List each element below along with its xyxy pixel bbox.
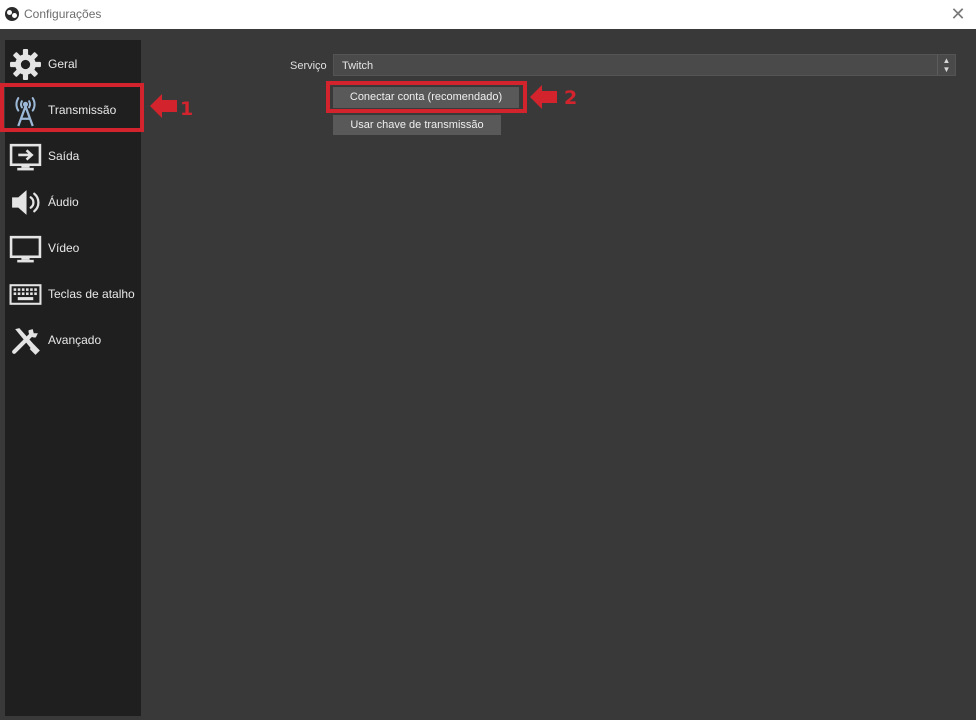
step1-number: 1 bbox=[180, 98, 194, 120]
sidebar-item-video[interactable]: Vídeo bbox=[5, 225, 141, 271]
sidebar-item-label: Áudio bbox=[48, 195, 79, 209]
sidebar-item-avancado[interactable]: Avançado bbox=[5, 317, 141, 363]
sidebar-item-label: Geral bbox=[48, 57, 78, 71]
use-stream-key-button[interactable]: Usar chave de transmissão bbox=[333, 115, 501, 135]
service-label: Serviço bbox=[290, 60, 327, 72]
step1-highlight-box bbox=[0, 83, 144, 132]
sidebar-item-saida[interactable]: Saída bbox=[5, 133, 141, 179]
monitor-icon bbox=[9, 232, 42, 265]
sidebar-item-geral[interactable]: Geral bbox=[5, 41, 141, 87]
sidebar-item-label: Avançado bbox=[48, 333, 102, 347]
gear-icon bbox=[9, 48, 42, 81]
step2-number: 2 bbox=[564, 87, 578, 109]
arrow-left-icon bbox=[530, 85, 557, 109]
arrow-left-icon bbox=[150, 94, 177, 118]
tools-icon bbox=[9, 324, 42, 357]
settings-content: Geral Transmissão Saída Áudio Vídeo Tecl… bbox=[0, 29, 976, 720]
speaker-icon bbox=[9, 186, 42, 219]
sidebar-item-label: Teclas de atalho bbox=[48, 287, 135, 301]
service-select[interactable]: Twitch ▲ ▼ bbox=[333, 54, 956, 76]
keyboard-icon bbox=[9, 278, 42, 311]
sidebar-item-label: Vídeo bbox=[48, 241, 80, 255]
service-selected-value: Twitch bbox=[342, 60, 374, 72]
sidebar-item-audio[interactable]: Áudio bbox=[5, 179, 141, 225]
chevron-up-down-icon[interactable]: ▲ ▼ bbox=[937, 55, 955, 75]
title-bar: Configurações ✕ bbox=[0, 0, 976, 29]
sidebar-item-teclas-de-atalho[interactable]: Teclas de atalho bbox=[5, 271, 141, 317]
settings-sidebar: Geral Transmissão Saída Áudio Vídeo Tecl… bbox=[5, 40, 141, 716]
close-button[interactable]: ✕ bbox=[948, 4, 968, 24]
window-title: Configurações bbox=[24, 7, 102, 21]
output-icon bbox=[9, 140, 42, 173]
step2-highlight-box bbox=[326, 81, 527, 113]
sidebar-item-label: Saída bbox=[48, 149, 80, 163]
settings-window: Configurações ✕ Geral Transmissão Saída … bbox=[0, 0, 976, 720]
obs-logo-icon bbox=[5, 7, 19, 21]
